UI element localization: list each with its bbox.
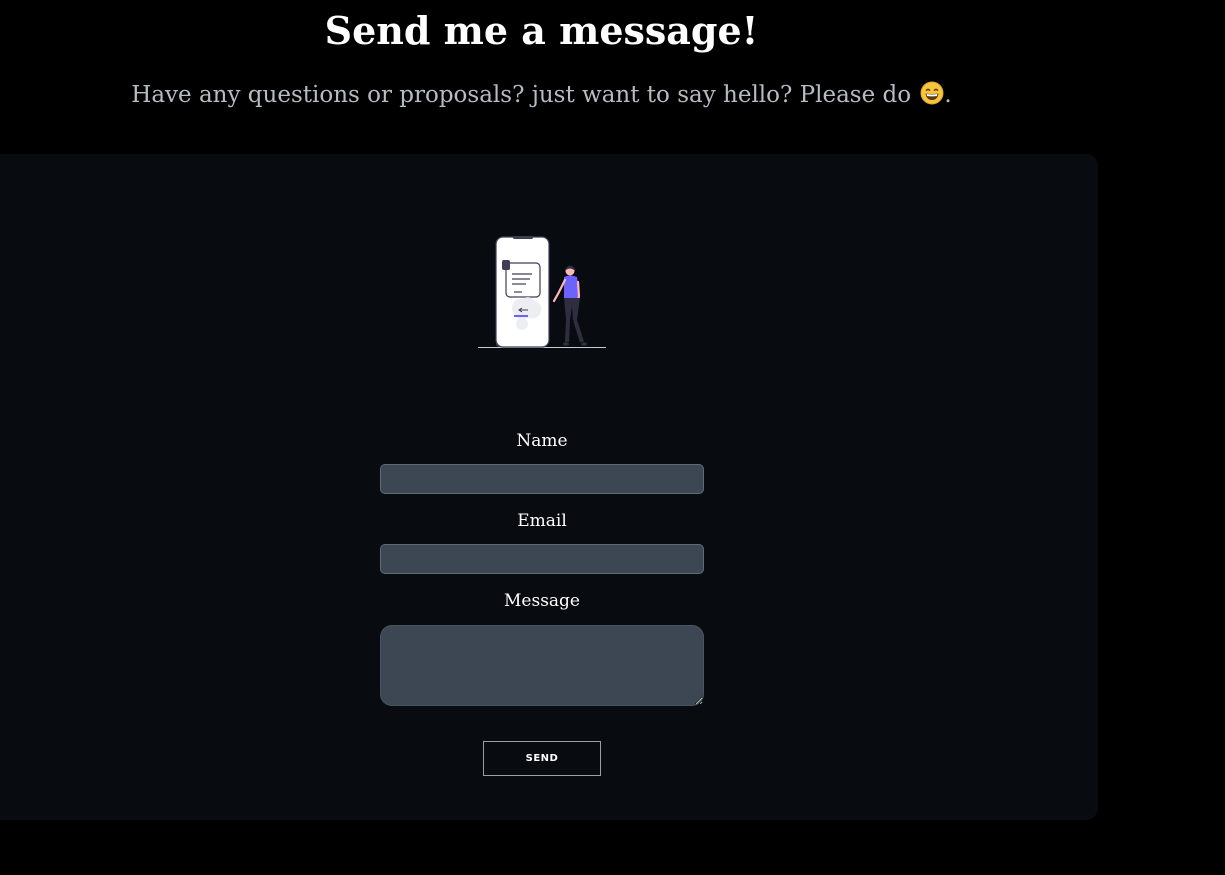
- person-with-phone-illustration: [478, 236, 606, 348]
- message-textarea[interactable]: [380, 625, 704, 706]
- subtitle-text: Have any questions or proposals? just wa…: [131, 82, 912, 108]
- subtitle-end: .: [944, 82, 952, 108]
- page-subtitle: Have any questions or proposals? just wa…: [0, 80, 1083, 110]
- page-title: Send me a message!: [324, 8, 759, 53]
- contact-page: Send me a message! Have any questions or…: [0, 0, 1225, 875]
- grinning-face-emoji-icon: [920, 81, 944, 105]
- name-label: Name: [516, 431, 568, 451]
- send-button[interactable]: SEND: [483, 741, 601, 776]
- message-label: Message: [504, 591, 580, 611]
- email-input[interactable]: [380, 544, 704, 574]
- email-label: Email: [517, 511, 567, 531]
- name-input[interactable]: [380, 464, 704, 494]
